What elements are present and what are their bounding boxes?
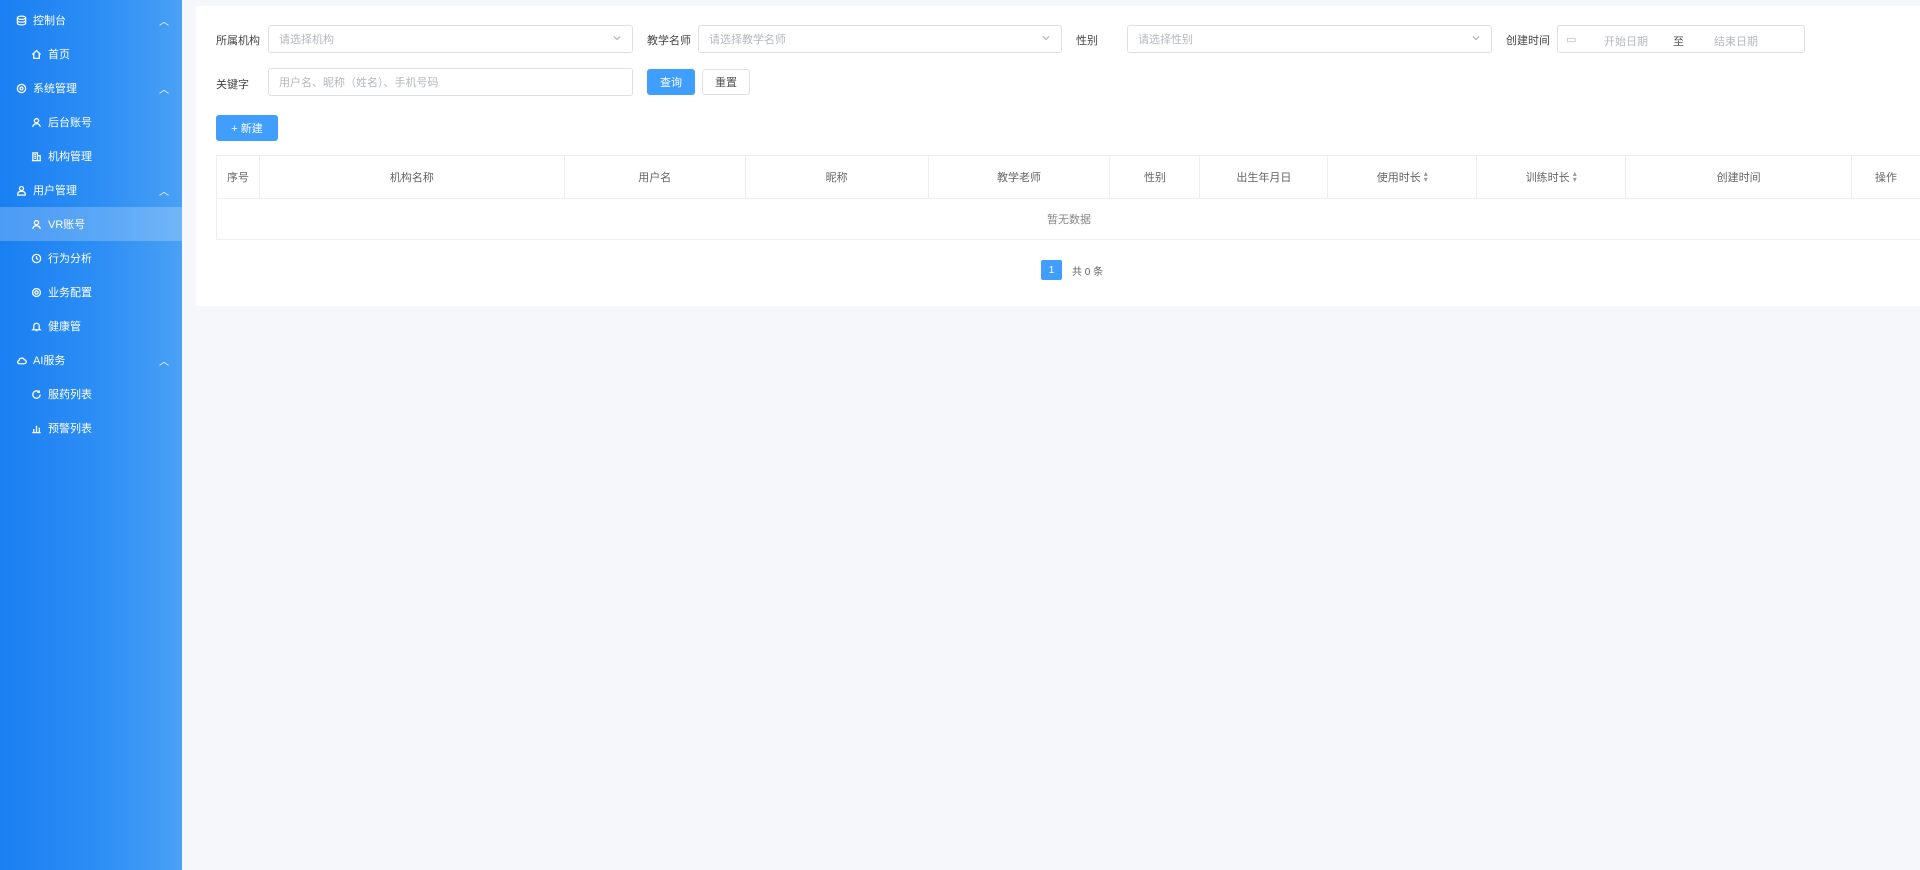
column-header-actions: 操作 bbox=[1874, 172, 1897, 184]
bell-icon bbox=[30, 320, 42, 332]
menu-group-users[interactable]: 用户管理 ︿ bbox=[0, 173, 182, 207]
org-select[interactable]: 请选择机构 bbox=[268, 25, 633, 53]
chevron-up-icon: ︿ bbox=[159, 356, 169, 368]
sidebar-item-label: 预警列表 bbox=[48, 423, 92, 435]
sidebar-item-label: 服药列表 bbox=[48, 389, 92, 401]
menu-group-label: 用户管理 bbox=[33, 185, 77, 197]
column-header-nickname: 昵称 bbox=[746, 156, 929, 198]
empty-state: 暂无数据 bbox=[1047, 214, 1091, 226]
reset-button[interactable]: 重置 bbox=[702, 69, 750, 95]
sidebar-item-behavior-analysis[interactable]: 行为分析 bbox=[0, 241, 182, 275]
column-header-training-duration[interactable]: 训练时长 ▴ ▾ bbox=[1477, 156, 1627, 198]
cloud-icon bbox=[15, 354, 27, 366]
pagination: 1 共 0 条 bbox=[1041, 260, 1103, 280]
menu-group-label: 控制台 bbox=[33, 15, 66, 27]
keyword-input[interactable]: 用户名、昵称（姓名）、手机号码 bbox=[268, 68, 633, 96]
date-from[interactable]: 开始日期 bbox=[1604, 33, 1648, 49]
column-header-username: 用户名 bbox=[565, 156, 746, 198]
date-separator: 至 bbox=[1673, 36, 1684, 48]
sidebar-item-label: 机构管理 bbox=[48, 151, 92, 163]
sidebar-item-label: 业务配置 bbox=[48, 287, 92, 299]
column-header-teacher: 教学老师 bbox=[929, 156, 1111, 198]
gear-icon bbox=[30, 286, 42, 298]
sidebar-item-label: 行为分析 bbox=[48, 253, 92, 265]
menu-group-label: 系统管理 bbox=[33, 83, 77, 95]
sidebar-item-medication-list[interactable]: 服药列表 bbox=[0, 377, 182, 411]
keyword-placeholder: 用户名、昵称（姓名）、手机号码 bbox=[279, 77, 439, 89]
building-icon bbox=[30, 150, 42, 162]
sidebar-item-org-management[interactable]: 机构管理 bbox=[0, 139, 182, 173]
sidebar-item-label: 健康管 bbox=[48, 321, 81, 333]
user-icon bbox=[30, 218, 42, 230]
date-to[interactable]: 结束日期 bbox=[1714, 33, 1758, 49]
chevron-up-icon: ︿ bbox=[159, 16, 169, 28]
keyword-label: 关键字 bbox=[216, 79, 249, 91]
menu-group-console[interactable]: 控制台 ︿ bbox=[0, 3, 182, 37]
sort-icon[interactable]: ▴ ▾ bbox=[1573, 170, 1577, 184]
column-header-index: 序号 bbox=[217, 156, 260, 198]
pagination-total: 共 0 条 bbox=[1072, 266, 1104, 278]
org-placeholder: 请选择机构 bbox=[279, 34, 334, 46]
gender-select[interactable]: 请选择性别 bbox=[1127, 25, 1492, 53]
chevron-down-icon bbox=[1041, 33, 1051, 46]
page-button-current[interactable]: 1 bbox=[1041, 260, 1062, 280]
created-label: 创建时间 bbox=[1506, 35, 1550, 47]
menu-group-ai[interactable]: AI服务 ︿ bbox=[0, 343, 182, 377]
refresh-icon bbox=[30, 388, 42, 400]
content-panel: 所属机构 请选择机构 教学名师 请选择教学名师 性别 请选择性别 创建时间 ▭ … bbox=[196, 6, 1920, 306]
database-icon bbox=[15, 14, 27, 26]
sidebar: 控制台 ︿ 首页 系统管理 ︿ 后台账号 机构管理 用户管理 ︿ VR账号 行为… bbox=[0, 0, 182, 870]
column-header-gender: 性别 bbox=[1110, 156, 1201, 198]
chevron-up-icon: ︿ bbox=[159, 186, 169, 198]
sidebar-item-label: 后台账号 bbox=[48, 117, 92, 129]
column-header-org: 机构名称 bbox=[260, 156, 565, 198]
create-button[interactable]: + 新建 bbox=[216, 115, 278, 141]
sidebar-item-admin-accounts[interactable]: 后台账号 bbox=[0, 105, 182, 139]
calendar-icon: ▭ bbox=[1566, 34, 1577, 46]
menu-group-system[interactable]: 系统管理 ︿ bbox=[0, 71, 182, 105]
person-icon bbox=[15, 184, 27, 196]
created-date-range[interactable]: ▭ 开始日期 至 结束日期 bbox=[1557, 25, 1805, 53]
sidebar-item-alert-list[interactable]: 预警列表 bbox=[0, 411, 182, 445]
column-header-birthdate: 出生年月日 bbox=[1200, 156, 1329, 198]
sidebar-item-label: 首页 bbox=[48, 49, 70, 61]
org-label: 所属机构 bbox=[216, 35, 260, 47]
user-icon bbox=[30, 116, 42, 128]
sidebar-item-health[interactable]: 健康管 bbox=[0, 309, 182, 343]
sidebar-item-business-config[interactable]: 业务配置 bbox=[0, 275, 182, 309]
gender-placeholder: 请选择性别 bbox=[1138, 34, 1193, 46]
teacher-placeholder: 请选择教学名师 bbox=[709, 34, 786, 46]
column-header-usage-duration[interactable]: 使用时长 ▴ ▾ bbox=[1328, 156, 1478, 198]
sort-icon[interactable]: ▴ ▾ bbox=[1424, 170, 1428, 184]
accounts-table: 序号 机构名称 用户名 昵称 教学老师 性别 出生年月日 使用时长 ▴ ▾ 训练时长… bbox=[216, 155, 1920, 240]
chevron-down-icon bbox=[612, 33, 622, 46]
sidebar-item-home[interactable]: 首页 bbox=[0, 37, 182, 71]
teacher-label: 教学名师 bbox=[647, 35, 691, 47]
search-button[interactable]: 查询 bbox=[647, 69, 695, 95]
sidebar-item-label: VR账号 bbox=[48, 219, 86, 231]
settings-icon bbox=[15, 82, 27, 94]
menu-group-label: AI服务 bbox=[33, 355, 66, 367]
home-icon bbox=[30, 48, 42, 60]
gender-label: 性别 bbox=[1076, 35, 1098, 47]
chevron-up-icon: ︿ bbox=[159, 84, 169, 96]
sidebar-item-vr-accounts[interactable]: VR账号 bbox=[0, 207, 182, 241]
teacher-select[interactable]: 请选择教学名师 bbox=[698, 25, 1062, 53]
chevron-down-icon bbox=[1471, 33, 1481, 46]
table-header: 序号 机构名称 用户名 昵称 教学老师 性别 出生年月日 使用时长 ▴ ▾ 训练时长… bbox=[217, 156, 1920, 199]
clock-icon bbox=[30, 252, 42, 264]
column-header-created-at: 创建时间 bbox=[1626, 156, 1853, 198]
chart-icon bbox=[30, 422, 42, 434]
